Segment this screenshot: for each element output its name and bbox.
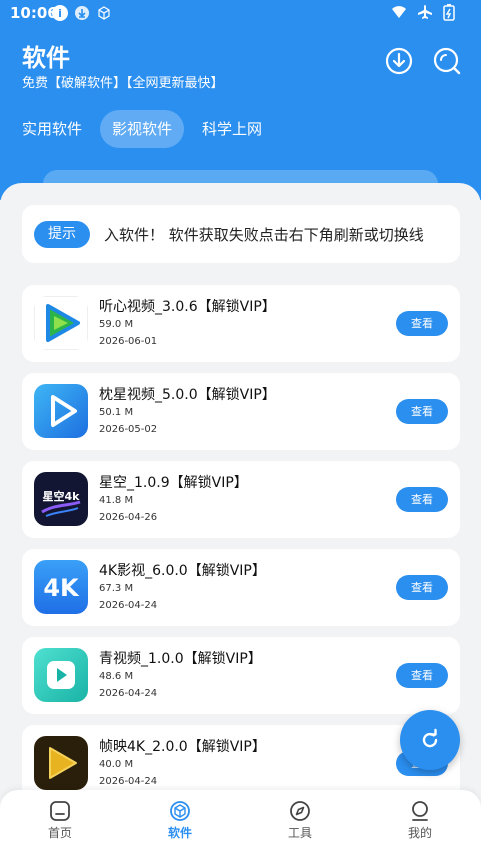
view-button[interactable]: 查看 xyxy=(396,399,448,424)
app-size: 48.6 M xyxy=(99,671,134,682)
nav-profile[interactable]: 我的 xyxy=(380,800,460,841)
zhenxing-icon xyxy=(34,384,88,438)
app-size: 41.8 M xyxy=(99,495,134,506)
4k-icon: 4K xyxy=(34,560,88,614)
app-list: 听心视频_3.0.6【解锁VIP】 59.0 M 2026-06-01 查看 枕… xyxy=(22,285,460,813)
app-date: 2026-06-01 xyxy=(99,336,158,347)
nav-software[interactable]: 软件 xyxy=(140,800,220,841)
nav-home-label: 首页 xyxy=(47,826,72,840)
info-icon: i xyxy=(52,5,68,21)
app-size: 59.0 M xyxy=(99,319,134,330)
list-item[interactable]: 听心视频_3.0.6【解锁VIP】 59.0 M 2026-06-01 查看 xyxy=(22,285,460,362)
nav-profile-label: 我的 xyxy=(407,826,432,840)
zhenying-icon xyxy=(34,736,88,790)
page-subtitle: 免费【破解软件】【全网更新最快】 xyxy=(22,76,224,91)
list-item[interactable]: 4K 4K影视_6.0.0【解锁VIP】 67.3 M 2026-04-24 查… xyxy=(22,549,460,626)
category-tabs: 实用软件 影视软件 科学上网 xyxy=(22,110,274,148)
list-item[interactable]: 星空4k 星空_1.0.9【解锁VIP】 41.8 M 2026-04-26 查… xyxy=(22,461,460,538)
app-date: 2026-05-02 xyxy=(99,424,158,435)
app-size: 50.1 M xyxy=(99,407,134,418)
nav-home[interactable]: 首页 xyxy=(20,800,100,841)
app-name: 星空_1.0.9【解锁VIP】 xyxy=(99,475,248,491)
app-name: 听心视频_3.0.6【解锁VIP】 xyxy=(99,299,276,315)
app-name: 枕星视频_5.0.0【解锁VIP】 xyxy=(99,387,276,403)
battery-icon xyxy=(443,4,455,21)
status-bar: 10:06 i xyxy=(0,0,481,26)
status-time: 10:06 xyxy=(10,4,58,22)
tab-utility[interactable]: 实用软件 xyxy=(10,110,94,148)
app-date: 2026-04-24 xyxy=(99,688,158,699)
list-item[interactable]: 枕星视频_5.0.0【解锁VIP】 50.1 M 2026-05-02 查看 xyxy=(22,373,460,450)
download-icon[interactable] xyxy=(384,46,414,76)
app-size: 40.0 M xyxy=(99,759,134,770)
qing-icon xyxy=(34,648,88,702)
view-button[interactable]: 查看 xyxy=(396,575,448,600)
tab-vpn[interactable]: 科学上网 xyxy=(190,110,274,148)
page-title: 软件 xyxy=(22,44,70,72)
airplane-icon xyxy=(418,5,432,19)
tingxin-icon xyxy=(34,296,88,350)
compass-icon xyxy=(290,801,310,821)
profile-icon xyxy=(412,801,428,821)
app-date: 2026-04-24 xyxy=(99,600,158,611)
nav-tools-label: 工具 xyxy=(287,826,312,840)
wifi-icon xyxy=(392,6,406,18)
header: 10:06 i 软件 免费【破解软件】【全网更新最快】 实用软件 影视软件 科学… xyxy=(0,0,481,200)
svg-text:星空4k: 星空4k xyxy=(43,489,81,503)
app-size: 67.3 M xyxy=(99,583,134,594)
app-name: 青视频_1.0.0【解锁VIP】 xyxy=(99,651,262,667)
app-date: 2026-04-26 xyxy=(99,512,158,523)
app-name: 4K影视_6.0.0【解锁VIP】 xyxy=(99,563,266,579)
refresh-icon xyxy=(422,728,438,748)
svg-text:4K: 4K xyxy=(43,574,80,602)
search-icon[interactable] xyxy=(432,46,462,76)
bottom-nav: 首页 软件 工具 我的 xyxy=(0,790,481,855)
download-notification-icon xyxy=(74,5,90,21)
notice-tag: 提示 xyxy=(34,221,90,248)
box-icon xyxy=(170,801,190,821)
xingkong-icon: 星空4k xyxy=(34,472,88,526)
notice-bar: 提示 入软件！ 软件获取失败点击右下角刷新或切换线 xyxy=(22,205,460,263)
view-button[interactable]: 查看 xyxy=(396,311,448,336)
app-date: 2026-04-24 xyxy=(99,776,158,787)
view-button[interactable]: 查看 xyxy=(396,663,448,688)
tab-video[interactable]: 影视软件 xyxy=(100,110,185,148)
nav-tools[interactable]: 工具 xyxy=(260,800,340,841)
home-icon xyxy=(50,801,70,821)
notice-text: 入软件！ 软件获取失败点击右下角刷新或切换线 xyxy=(104,226,424,244)
refresh-button[interactable] xyxy=(400,710,460,770)
list-item[interactable]: 青视频_1.0.0【解锁VIP】 48.6 M 2026-04-24 查看 xyxy=(22,637,460,714)
nav-software-label: 软件 xyxy=(167,826,192,840)
cube-icon xyxy=(96,5,112,21)
view-button[interactable]: 查看 xyxy=(396,487,448,512)
app-name: 帧映4K_2.0.0【解锁VIP】 xyxy=(99,739,266,755)
